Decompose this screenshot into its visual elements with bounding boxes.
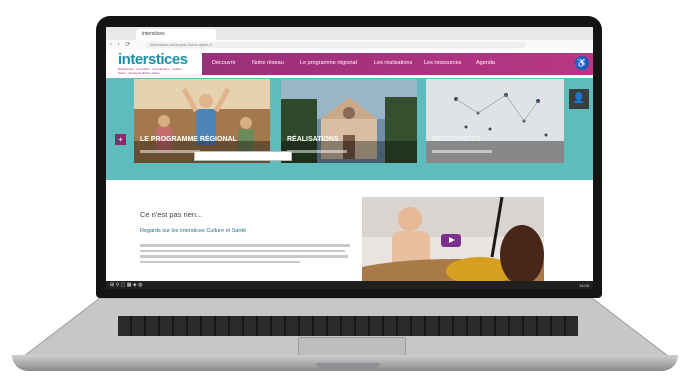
browser-nav-icons[interactable]: ‹ › ⟳ bbox=[110, 41, 132, 48]
card-realisations-label: RÉALISATIONS bbox=[287, 136, 339, 143]
card-realisations-desc bbox=[287, 150, 347, 153]
intro-paragraph bbox=[140, 244, 350, 266]
keyboard bbox=[118, 316, 578, 336]
expand-plus-button[interactable]: + bbox=[115, 134, 126, 145]
video-player[interactable] bbox=[362, 197, 544, 289]
laptop-screen: interstices ‹ › ⟳ interstices-auvergne-r… bbox=[106, 27, 593, 289]
browser-tab[interactable]: interstices bbox=[136, 29, 216, 40]
logo-tagline: Résidences · Formation · Coordination · … bbox=[118, 67, 184, 75]
logo-word: interstices bbox=[118, 51, 188, 68]
read-more-button[interactable] bbox=[194, 151, 292, 161]
play-icon[interactable] bbox=[441, 234, 461, 247]
main-menu: Découvrir Notre réseau Le programme régi… bbox=[202, 53, 593, 75]
site-logo[interactable]: interstices Résidences · Formation · Coo… bbox=[118, 52, 188, 75]
card-ressources-label: RESSOURCES bbox=[432, 136, 482, 143]
intro-title: Ce n'est pas rien... bbox=[140, 210, 203, 219]
menu-item-realisations[interactable]: Les réalisations bbox=[374, 60, 412, 66]
menu-item-ressources[interactable]: Les ressources bbox=[424, 60, 461, 66]
browser-tabbar: interstices bbox=[106, 27, 593, 40]
card-realisations[interactable]: RÉALISATIONS bbox=[281, 79, 417, 163]
card-programme-label: LE PROGRAMME RÉGIONAL bbox=[140, 136, 237, 143]
laptop-notch bbox=[316, 363, 380, 369]
site-header: interstices Résidences · Formation · Coo… bbox=[106, 50, 593, 78]
user-icon[interactable]: 👤 bbox=[569, 89, 589, 109]
menu-item-agenda[interactable]: Agenda bbox=[476, 60, 495, 66]
menu-item-programme[interactable]: Le programme régional bbox=[300, 60, 357, 66]
taskbar-clock: 14:05 bbox=[578, 282, 589, 288]
taskbar-icons[interactable]: ⊞ ⚲ ▢ ▦ ◈ ◍ bbox=[110, 282, 142, 288]
os-taskbar: ⊞ ⚲ ▢ ▦ ◈ ◍ 14:05 bbox=[106, 281, 593, 289]
url-field[interactable]: interstices-auvergne-rhone-alpes.fr bbox=[146, 42, 526, 48]
intro-subtitle: Regards sur les interstices Culture et S… bbox=[140, 228, 247, 234]
menu-item-decouvrir[interactable]: Découvrir bbox=[212, 60, 236, 66]
accessibility-icon[interactable]: ♿ bbox=[575, 56, 589, 70]
card-ressources-desc bbox=[432, 150, 492, 153]
card-programme-desc bbox=[140, 150, 200, 153]
card-ressources[interactable]: RESSOURCES bbox=[426, 79, 564, 163]
menu-item-reseau[interactable]: Notre réseau bbox=[252, 60, 284, 66]
